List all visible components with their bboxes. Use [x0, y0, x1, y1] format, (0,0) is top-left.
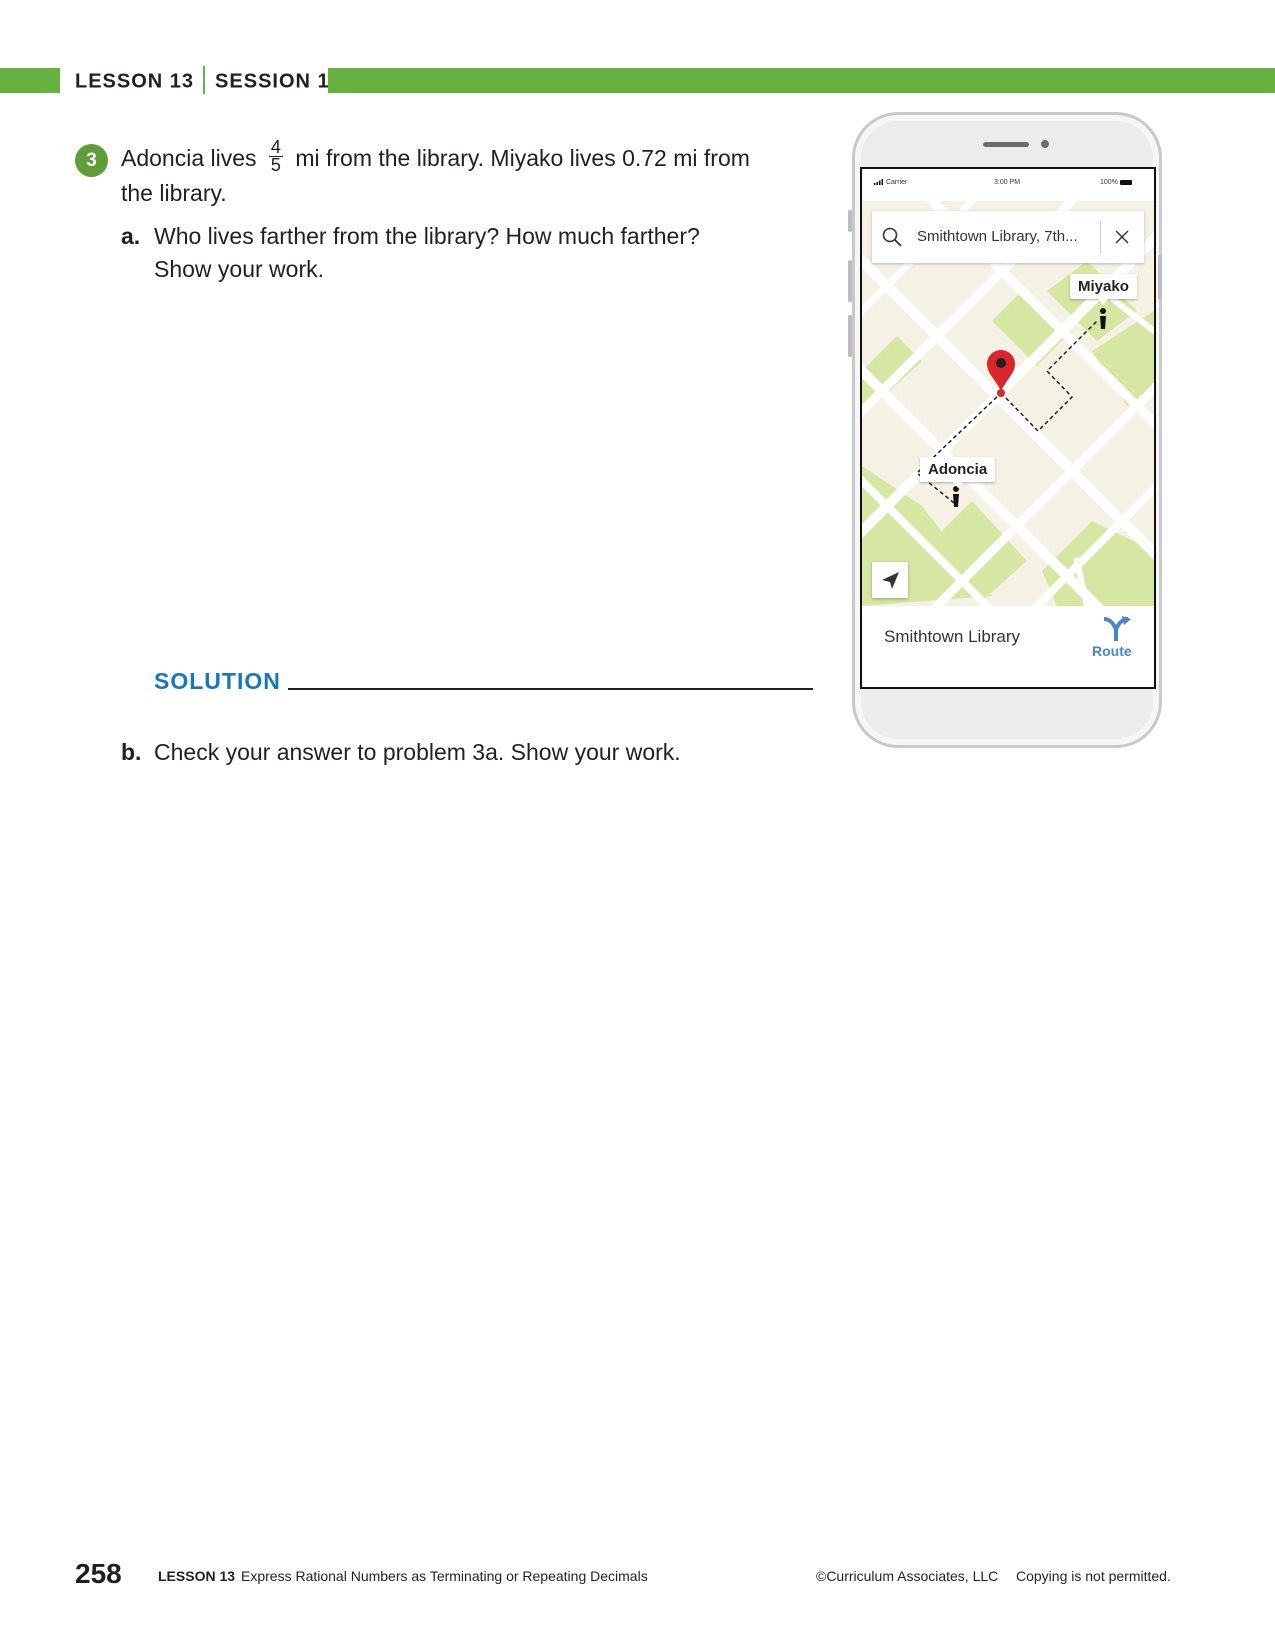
- phone-screen: Carrier 3:00 PM 100% Smithtown Library, …: [860, 167, 1156, 689]
- miyako-callout: Miyako: [1070, 274, 1137, 305]
- problem-stem: Adoncia lives 4 5 mi from the library. M…: [121, 138, 771, 210]
- phone-side-button: [848, 260, 852, 302]
- destination-panel: Smithtown Library Route: [862, 606, 1154, 687]
- footer-lesson: LESSON 13: [158, 1568, 236, 1584]
- phone-camera: [1041, 140, 1049, 148]
- fraction-denominator: 5: [270, 155, 281, 176]
- search-input[interactable]: Smithtown Library, 7th...: [917, 228, 1078, 245]
- status-carrier: Carrier: [874, 179, 907, 186]
- header-bar-right: [328, 68, 1275, 93]
- part-b-text: Check your answer to problem 3a. Show yo…: [154, 739, 681, 765]
- search-divider: [1100, 221, 1101, 253]
- locate-button[interactable]: [872, 562, 908, 598]
- status-bar: Carrier 3:00 PM 100%: [862, 169, 1154, 199]
- header-lesson-session: LESSON 13 SESSION 1: [75, 66, 330, 94]
- page-number: 258: [75, 1558, 122, 1589]
- footer-copyright: ©Curriculum Associates, LLC: [816, 1568, 999, 1584]
- navigation-arrow-icon: [882, 572, 899, 589]
- stem-before: Adoncia lives: [121, 145, 257, 171]
- carrier-text: Carrier: [885, 179, 908, 186]
- solution-answer-line[interactable]: [288, 688, 813, 690]
- phone-side-button: [848, 210, 852, 232]
- part-b: b. Check your answer to problem 3a. Show…: [121, 736, 761, 769]
- adoncia-callout: Adoncia: [920, 457, 996, 488]
- part-a-label: a.: [121, 223, 141, 249]
- header-divider: [203, 66, 206, 94]
- header-lesson: LESSON 13: [75, 70, 195, 93]
- phone-side-button: [848, 315, 852, 357]
- search-icon: [882, 227, 902, 247]
- part-a: a. Who lives farther from the library? H…: [121, 220, 761, 282]
- footer-lesson-title: Express Rational Numbers as Terminating …: [241, 1568, 648, 1584]
- header-bar-left: [0, 68, 60, 93]
- map-search-bar[interactable]: Smithtown Library, 7th...: [872, 211, 1144, 263]
- battery-icon: [1119, 179, 1132, 185]
- footer-notice: Copying is not permitted.: [1016, 1568, 1171, 1584]
- destination-name: Smithtown Library: [884, 627, 1021, 646]
- adoncia-person-icon: [953, 486, 959, 507]
- route-button-label[interactable]: Route: [1092, 643, 1132, 659]
- phone-side-button: [1158, 255, 1162, 300]
- part-a-text: Who lives farther from the library? How …: [154, 223, 700, 282]
- phone-speaker: [983, 142, 1029, 147]
- part-b-label: b.: [121, 739, 142, 765]
- header-session: SESSION 1: [215, 70, 330, 93]
- solution-label: SOLUTION: [154, 668, 281, 694]
- fraction: 4 5: [268, 138, 283, 176]
- signal-icon: [874, 179, 883, 186]
- phone-illustration: Carrier 3:00 PM 100% Smithtown Library, …: [848, 112, 1162, 748]
- status-time: 3:00 PM: [994, 179, 1021, 186]
- status-battery: 100%: [1100, 179, 1132, 186]
- miyako-person-icon: [1100, 308, 1106, 329]
- close-icon[interactable]: [1114, 229, 1130, 245]
- question-number-badge: 3: [75, 144, 108, 177]
- battery-text: 100%: [1100, 179, 1118, 186]
- route-icon[interactable]: [1100, 616, 1132, 642]
